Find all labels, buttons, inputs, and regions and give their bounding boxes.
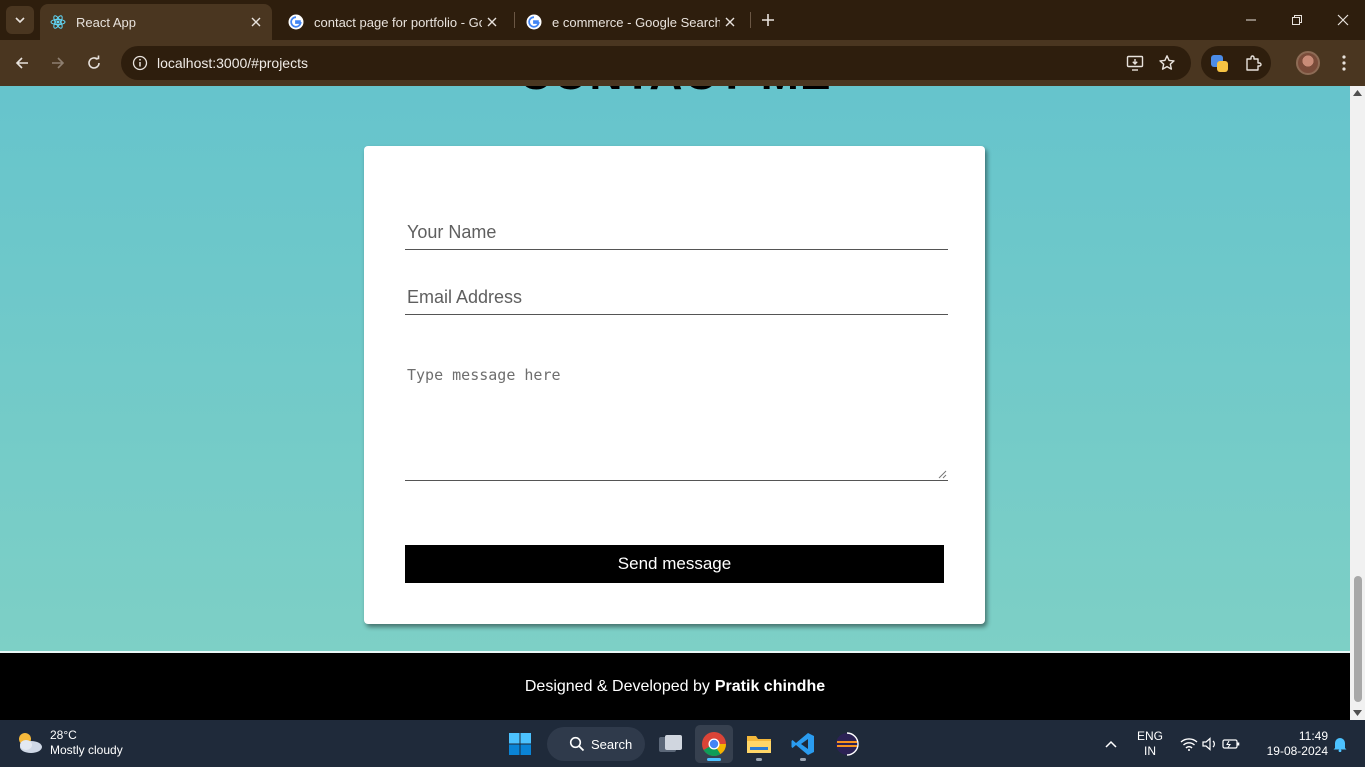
eclipse-icon <box>836 732 859 756</box>
site-info-icon[interactable] <box>129 52 151 74</box>
restore-icon <box>1292 15 1302 25</box>
bookmark-star-icon[interactable] <box>1156 52 1178 74</box>
more-vertical-icon <box>1342 55 1346 71</box>
tab-separator <box>514 12 515 28</box>
page-title: CONTACT ME <box>0 86 1350 100</box>
close-icon <box>1337 14 1349 26</box>
tab-title: e commerce - Google Search <box>552 14 720 30</box>
tab-title: React App <box>76 14 136 30</box>
tab-separator <box>750 12 751 28</box>
vscode-icon <box>791 733 814 755</box>
restore-button[interactable] <box>1274 0 1320 40</box>
browser-menu-button[interactable] <box>1332 51 1356 75</box>
contact-form-card: Your Name Email Address Type message her… <box>364 146 985 624</box>
windows-taskbar: 28°C Mostly cloudy Search ENG IN 11:49 1… <box>0 720 1365 767</box>
address-bar[interactable]: localhost:3000/#projects <box>121 46 1191 80</box>
tab-react-app[interactable]: React App <box>40 4 272 40</box>
bell-icon <box>1333 737 1347 752</box>
plus-icon <box>762 14 774 26</box>
windows-logo-icon <box>509 733 531 755</box>
message-textarea[interactable]: Type message here <box>405 356 948 481</box>
weather-text: 28°C Mostly cloudy <box>50 728 123 758</box>
folder-icon <box>747 736 771 753</box>
tab-strip: React App contact page for portfolio - G… <box>0 0 1365 40</box>
scroll-down-icon[interactable] <box>1353 710 1362 716</box>
new-tab-button[interactable] <box>758 10 778 30</box>
close-icon[interactable] <box>482 12 502 32</box>
google-icon <box>288 14 304 30</box>
language-code: ENG <box>1136 728 1163 743</box>
page-footer: Designed & Developed by Pratik chindhe <box>0 653 1350 720</box>
profile-avatar[interactable] <box>1296 51 1320 75</box>
wifi-icon <box>1180 737 1198 751</box>
task-view-icon <box>659 735 682 752</box>
quick-settings-button[interactable] <box>1177 720 1243 767</box>
page-scrollbar[interactable] <box>1350 86 1365 720</box>
react-icon <box>50 15 66 29</box>
extensions-puzzle-icon[interactable] <box>1242 52 1264 74</box>
message-placeholder: Type message here <box>407 366 561 384</box>
start-button[interactable] <box>501 725 539 763</box>
clock-time: 11:49 <box>1298 728 1328 743</box>
clock-date: 19-08-2024 <box>1266 743 1328 758</box>
taskbar-chrome[interactable] <box>695 725 733 763</box>
battery-icon <box>1222 738 1240 749</box>
footer-credit-text: Designed & Developed by <box>524 677 710 695</box>
resize-handle-icon[interactable] <box>938 470 947 479</box>
close-icon[interactable] <box>720 12 740 32</box>
email-input[interactable]: Email Address <box>405 287 948 315</box>
tab-search-button[interactable] <box>6 6 34 34</box>
tab-title: contact page for portfolio - Goo <box>314 14 482 30</box>
forward-button[interactable] <box>44 49 72 77</box>
extension-app-icon[interactable] <box>1208 52 1230 74</box>
browser-toolbar: localhost:3000/#projects <box>0 40 1365 86</box>
back-arrow-icon <box>15 57 28 69</box>
scroll-up-icon[interactable] <box>1353 90 1362 96</box>
taskbar-search[interactable]: Search <box>547 727 645 761</box>
volume-icon <box>1202 736 1215 751</box>
weather-widget[interactable]: 28°C Mostly cloudy <box>14 728 123 758</box>
reload-icon <box>88 55 100 69</box>
weather-condition: Mostly cloudy <box>50 743 123 757</box>
back-button[interactable] <box>8 49 36 77</box>
search-icon <box>569 736 585 752</box>
running-app-indicator <box>756 758 762 761</box>
extensions-group <box>1201 46 1271 80</box>
tab-contact-page-search[interactable]: contact page for portfolio - Goo <box>278 4 508 40</box>
taskbar-file-explorer[interactable] <box>740 725 778 763</box>
chrome-icon <box>702 732 726 757</box>
minimize-button[interactable] <box>1228 0 1274 40</box>
minimize-icon <box>1246 19 1256 21</box>
task-view-button[interactable] <box>652 725 690 763</box>
close-window-button[interactable] <box>1320 0 1365 40</box>
close-icon[interactable] <box>246 12 266 32</box>
language-indicator[interactable]: ENG IN <box>1132 720 1168 767</box>
reload-button[interactable] <box>80 49 108 77</box>
show-hidden-icons-button[interactable] <box>1100 720 1122 767</box>
tab-ecommerce-search[interactable]: e commerce - Google Search <box>516 4 746 40</box>
url-text[interactable]: localhost:3000/#projects <box>157 55 308 71</box>
google-icon <box>526 14 542 30</box>
running-app-indicator <box>800 758 806 761</box>
chevron-up-icon <box>1105 740 1117 748</box>
taskbar-vscode[interactable] <box>784 725 822 763</box>
install-app-icon[interactable] <box>1124 52 1146 74</box>
send-message-button[interactable]: Send message <box>405 545 944 583</box>
name-input[interactable]: Your Name <box>405 222 948 250</box>
active-app-indicator <box>707 758 721 761</box>
taskbar-eclipse[interactable] <box>828 725 866 763</box>
notifications-button[interactable] <box>1330 720 1350 767</box>
cloudy-weather-icon <box>19 733 42 753</box>
footer-author: Pratik chindhe <box>714 677 826 695</box>
chevron-down-icon <box>15 17 25 24</box>
weather-temp: 28°C <box>50 728 77 742</box>
scrollbar-thumb[interactable] <box>1354 576 1362 702</box>
system-clock[interactable]: 11:49 19-08-2024 <box>1256 720 1328 767</box>
forward-arrow-icon <box>52 57 65 69</box>
region-code: IN <box>1144 743 1156 758</box>
page-viewport: CONTACT ME Your Name Email Address Type … <box>0 86 1350 720</box>
search-label: Search <box>591 736 633 752</box>
